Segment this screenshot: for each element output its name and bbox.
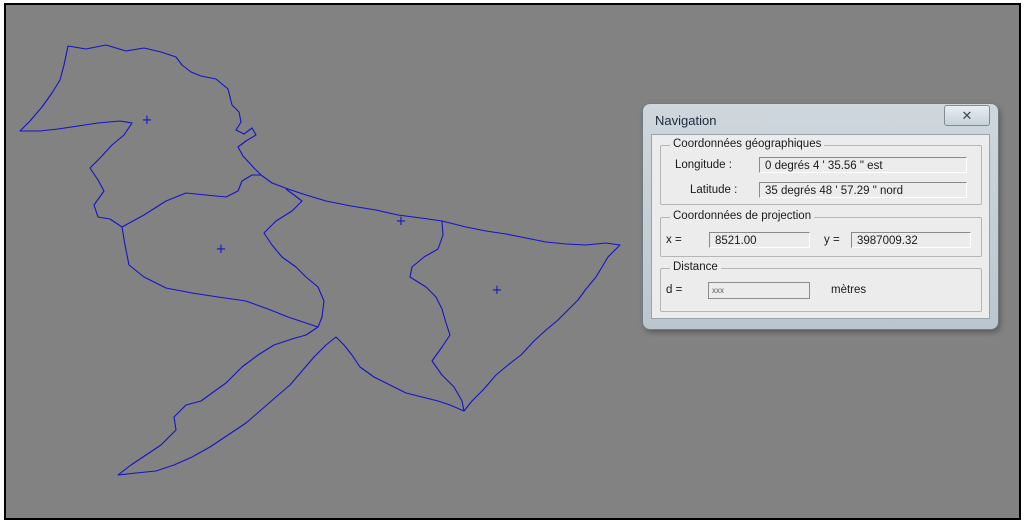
group-legend: Distance bbox=[670, 261, 721, 273]
distance-unit: mètres bbox=[831, 284, 867, 296]
projection-coordinates-group: Coordonnées de projection x = 8521.00 y … bbox=[660, 210, 982, 257]
latitude-value: 35 degrés 48 ' 57.29 " nord bbox=[759, 182, 967, 198]
close-icon: ✕ bbox=[961, 108, 973, 123]
region-centroid-marker: + bbox=[216, 242, 227, 257]
y-label: y = bbox=[824, 234, 840, 246]
dialog-body: Coordonnées géographiques Longitude : 0 … bbox=[651, 134, 990, 319]
d-label: d = bbox=[666, 284, 683, 296]
latitude-label: Latitude : bbox=[690, 184, 738, 196]
region-centroid-marker: + bbox=[492, 283, 503, 298]
geographic-coordinates-group: Coordonnées géographiques Longitude : 0 … bbox=[660, 138, 982, 205]
longitude-label: Longitude : bbox=[675, 159, 732, 171]
internal-boundary bbox=[263, 188, 325, 328]
close-button[interactable]: ✕ bbox=[944, 105, 990, 126]
map-viewport[interactable]: + + + + Navigation ✕ Coordonnées géograp… bbox=[4, 3, 1021, 520]
internal-boundary bbox=[409, 220, 465, 412]
x-value: 8521.00 bbox=[709, 232, 810, 248]
region-markers: + + + + bbox=[142, 113, 503, 298]
region-centroid-marker: + bbox=[142, 113, 153, 128]
distance-group: Distance d = mètres bbox=[660, 261, 982, 312]
region-centroid-marker: + bbox=[396, 214, 407, 229]
group-legend: Coordonnées géographiques bbox=[670, 138, 825, 150]
internal-boundary bbox=[121, 174, 261, 228]
x-label: x = bbox=[666, 234, 682, 246]
group-legend: Coordonnées de projection bbox=[670, 210, 815, 222]
navigation-dialog: Navigation ✕ Coordonnées géographiques L… bbox=[643, 104, 998, 329]
region-boundaries bbox=[19, 44, 621, 476]
y-value: 3987009.32 bbox=[851, 232, 971, 248]
longitude-value: 0 degrés 4 ' 35.56 " est bbox=[759, 157, 967, 173]
dialog-title: Navigation bbox=[655, 113, 717, 128]
outer-boundary bbox=[19, 44, 621, 476]
dialog-titlebar[interactable]: Navigation ✕ bbox=[643, 104, 998, 134]
distance-input[interactable] bbox=[708, 282, 810, 299]
